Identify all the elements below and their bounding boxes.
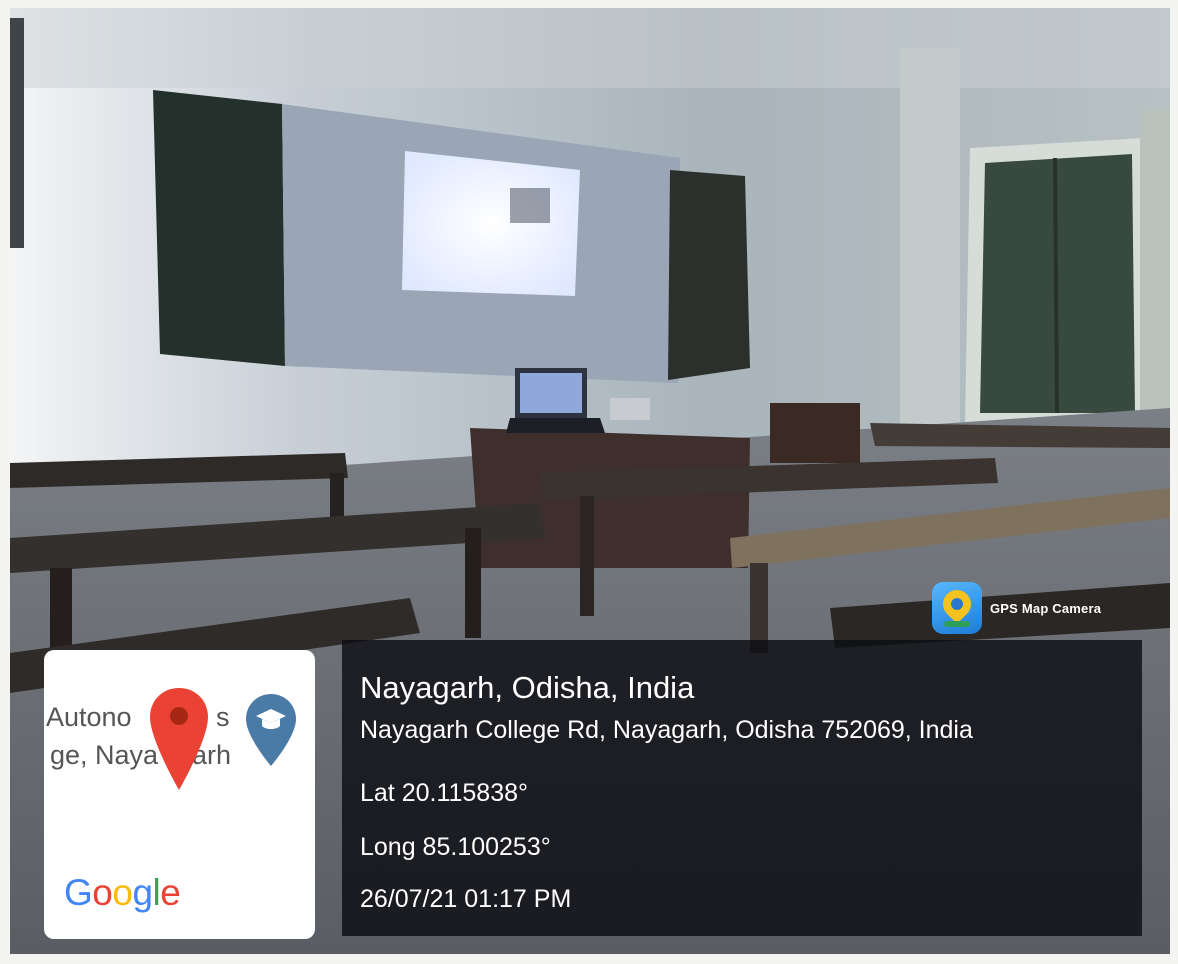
education-place-pin-icon xyxy=(246,694,296,766)
map-thumbnail: Autono s ge, Naya arh Google xyxy=(44,650,315,939)
gps-map-camera-app-icon xyxy=(932,582,982,634)
place-name: Nayagarh, Odisha, India xyxy=(360,670,695,705)
map-place-label-line2: ge, Naya xyxy=(50,740,159,770)
latitude-text: Lat 20.115838° xyxy=(360,779,529,807)
red-location-pin-icon xyxy=(150,688,208,790)
google-logo: Google xyxy=(64,872,181,913)
app-name-label: GPS Map Camera xyxy=(990,600,1102,616)
map-place-label-line1-tail: s xyxy=(216,702,230,732)
gps-map-camera-badge: GPS Map Camera xyxy=(932,580,1101,636)
map-place-label-line1: Autono xyxy=(46,702,132,732)
address-text: Nayagarh College Rd, Nayagarh, Odisha 75… xyxy=(360,716,973,744)
timestamp-text: 26/07/21 01:17 PM xyxy=(360,885,572,913)
longitude-text: Long 85.100253° xyxy=(360,833,551,861)
location-info-panel: Nayagarh, Odisha, India Nayagarh College… xyxy=(342,640,1142,936)
